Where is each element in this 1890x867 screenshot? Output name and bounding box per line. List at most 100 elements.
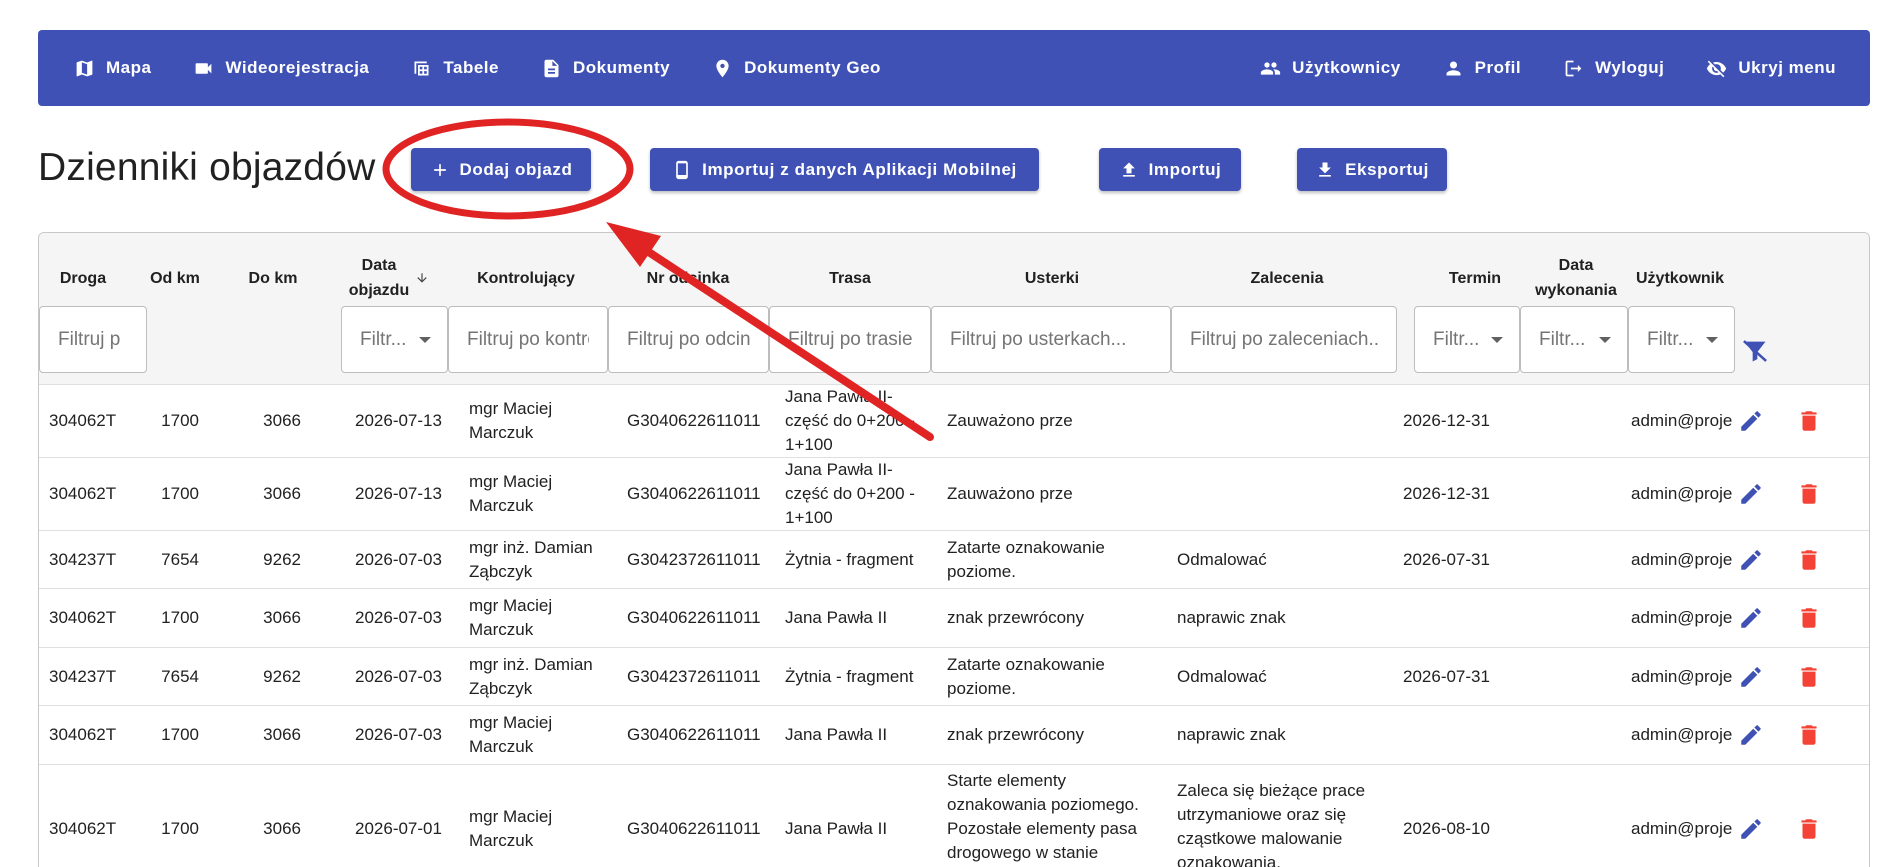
filter-data-objazdu-select[interactable]: Filtr...: [341, 306, 448, 373]
caret-down-icon: [419, 336, 431, 343]
edit-button[interactable]: [1738, 408, 1764, 439]
column-header-kontrolujacy[interactable]: Kontrolujący: [446, 253, 606, 303]
nav-item-dokumenty-geo[interactable]: Dokumenty Geo: [712, 58, 881, 79]
delete-button[interactable]: [1796, 605, 1822, 636]
cell-droga: 304237T: [49, 666, 117, 686]
column-header-droga[interactable]: Droga: [39, 253, 127, 303]
trash-icon: [1801, 550, 1817, 570]
cell-nr-odcinka: G3040622611011: [627, 819, 761, 838]
nav-item-label: Wyloguj: [1595, 58, 1665, 77]
delete-button[interactable]: [1796, 408, 1822, 439]
export-button[interactable]: Eksportuj: [1297, 148, 1447, 191]
filter-usterki-input[interactable]: [931, 306, 1171, 373]
column-header-od-km[interactable]: Od km: [127, 253, 223, 303]
cell-termin: 2026-07-31: [1403, 549, 1490, 569]
edit-button[interactable]: [1738, 664, 1764, 695]
filter-kontrolujacy-input[interactable]: [448, 306, 608, 373]
table-row[interactable]: 304062T 1700 3066 2026-07-03 mgr Maciej …: [39, 588, 1869, 647]
nav-item-profil[interactable]: Profil: [1443, 58, 1521, 79]
add-trip-button[interactable]: Dodaj objazd: [411, 148, 591, 191]
logout-icon: [1565, 60, 1582, 76]
delete-button[interactable]: [1796, 481, 1822, 512]
cell-od-km: 1700: [161, 411, 199, 430]
cell-kontrolujacy: mgr Maciej Marczuk: [469, 765, 604, 867]
nav-item-uzytkownicy[interactable]: Użytkownicy: [1260, 58, 1400, 79]
table-row[interactable]: 304237T 7654 9262 2026-07-03 mgr inż. Da…: [39, 530, 1869, 588]
delete-button[interactable]: [1796, 722, 1822, 753]
delete-button[interactable]: [1796, 547, 1822, 578]
cell-nr-odcinka: G3040622611011: [627, 484, 761, 503]
filter-zalecenia-input[interactable]: [1171, 306, 1397, 373]
pencil-icon: [1741, 484, 1761, 504]
nav-item-ukryj-menu[interactable]: Ukryj menu: [1706, 58, 1836, 79]
cell-od-km: 7654: [161, 549, 199, 569]
clear-filters-button[interactable]: [1741, 337, 1769, 365]
edit-button[interactable]: [1738, 481, 1764, 512]
nav-item-tabele[interactable]: Tabele: [411, 58, 499, 79]
column-header-label-line: objazdu: [348, 282, 410, 299]
delete-button[interactable]: [1796, 664, 1822, 695]
cell-trasa: Jana Pawła II: [785, 589, 927, 647]
column-header-data-wykonania[interactable]: Data wykonania: [1520, 253, 1632, 303]
cell-data-objazdu: 2026-07-13: [355, 411, 442, 430]
nav-item-mapa[interactable]: Mapa: [74, 58, 151, 79]
caret-down-icon: [1599, 336, 1611, 343]
column-header-uzytkownik[interactable]: Użytkownik: [1624, 253, 1736, 303]
cell-uzytkownik: admin@proje: [1631, 819, 1733, 838]
cell-termin: 2026-08-10: [1403, 819, 1490, 838]
delete-button[interactable]: [1796, 816, 1822, 847]
cell-data-objazdu: 2026-07-13: [355, 484, 442, 503]
column-header-trasa[interactable]: Trasa: [770, 253, 930, 303]
cell-text: Jana Pawła II: [785, 725, 888, 744]
filter-uzytkownik-select[interactable]: Filtr...: [1628, 306, 1735, 373]
cell-text: Zatarte oznakowanie poziome.: [947, 654, 1105, 698]
cell-od-km: 1700: [161, 725, 199, 744]
navbar-left-group: Mapa Wideorejestracja Tabele Dokumenty D…: [74, 58, 881, 79]
cell-zalecenia: Odmalować: [1177, 531, 1389, 588]
cell-trasa: Żytnia - fragment: [785, 648, 927, 705]
cell-termin: [1403, 706, 1507, 764]
column-header-data-objazdu[interactable]: Data objazdu: [335, 253, 443, 303]
cell-text: mgr inż. Damian Ząbczyk: [469, 537, 593, 581]
edit-button[interactable]: [1738, 605, 1764, 636]
column-header-nr-odcinka[interactable]: Nr odcinka: [608, 253, 768, 303]
trash-icon: [1801, 725, 1817, 745]
column-header-zalecenia[interactable]: Zalecenia: [1174, 253, 1400, 303]
nav-item-dokumenty[interactable]: Dokumenty: [541, 58, 670, 79]
filter-termin-select[interactable]: Filtr...: [1414, 306, 1520, 373]
edit-button[interactable]: [1738, 547, 1764, 578]
table-row[interactable]: 304062T 1700 3066 2026-07-13 mgr Maciej …: [39, 457, 1869, 530]
column-header-label: Data wykonania: [1535, 253, 1617, 303]
trash-icon: [1801, 819, 1817, 839]
cell-nr-odcinka: G3042372611011: [627, 666, 761, 686]
column-header-do-km[interactable]: Do km: [223, 253, 323, 303]
edit-button[interactable]: [1738, 816, 1764, 847]
filter-droga-input[interactable]: [39, 306, 147, 373]
column-header-label: Termin: [1448, 269, 1502, 287]
table-row[interactable]: 304062T 1700 3066 2026-07-03 mgr Maciej …: [39, 705, 1869, 764]
cell-data-objazdu: 2026-07-03: [355, 549, 442, 569]
cell-text: Jana Pawła II: [785, 608, 888, 627]
column-header-usterki[interactable]: Usterki: [932, 253, 1172, 303]
cell-uzytkownik: admin@proje: [1631, 725, 1733, 744]
nav-item-wideorejestracja[interactable]: Wideorejestracja: [193, 58, 369, 79]
cell-text: naprawic znak: [1177, 608, 1286, 627]
table-row[interactable]: 304062T 1700 3066 2026-07-13 mgr Maciej …: [39, 384, 1869, 457]
cell-termin: 2026-07-31: [1403, 666, 1490, 686]
cell-kontrolujacy: mgr inż. Damian Ząbczyk: [469, 648, 604, 705]
column-header-termin[interactable]: Termin: [1420, 253, 1530, 303]
table-row[interactable]: 304062T 1700 3066 2026-07-01 mgr Maciej …: [39, 764, 1869, 867]
filter-trasa-input[interactable]: [769, 306, 931, 373]
table-row[interactable]: 304237T 7654 9262 2026-07-03 mgr inż. Da…: [39, 647, 1869, 705]
filter-data-wykonania-select[interactable]: Filtr...: [1520, 306, 1628, 373]
import-mobile-button[interactable]: Importuj z danych Aplikacji Mobilnej: [650, 148, 1039, 191]
edit-button[interactable]: [1738, 722, 1764, 753]
filter-nr-odcinka-input[interactable]: [608, 306, 769, 373]
cell-droga: 304062T: [49, 819, 117, 838]
page-title: Dzienniki objazdów: [38, 146, 376, 189]
nav-item-wyloguj[interactable]: Wyloguj: [1563, 58, 1664, 79]
download-icon: [1319, 162, 1331, 177]
cell-text: Odmalować: [1177, 666, 1267, 686]
cell-kontrolujacy: mgr Maciej Marczuk: [469, 385, 604, 457]
import-button[interactable]: Importuj: [1099, 148, 1241, 191]
